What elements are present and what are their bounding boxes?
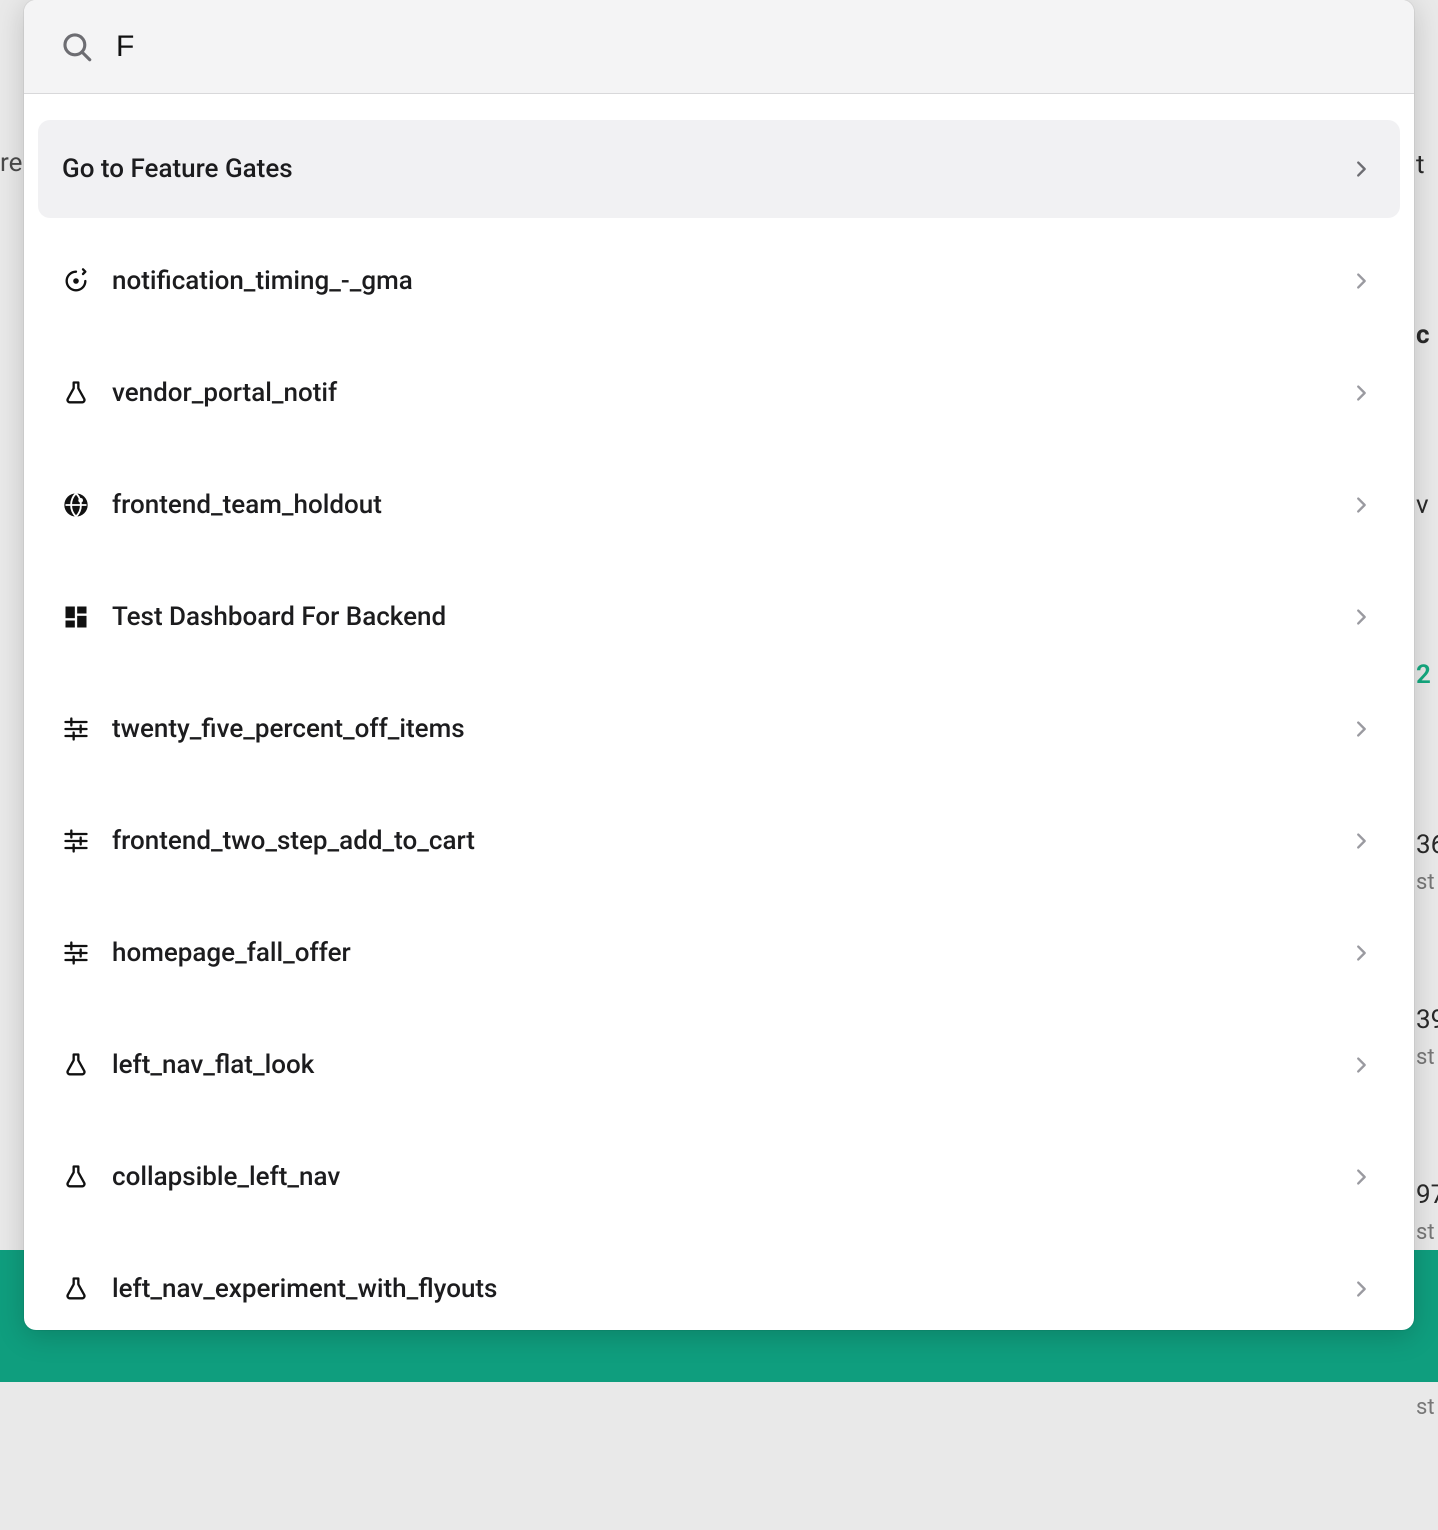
search-dialog: Go to Feature Gates notification_timing_… [24,0,1414,1330]
flask-icon [62,1163,90,1191]
result-row[interactable]: collapsible_left_nav [38,1128,1400,1226]
sliders-icon [62,827,90,855]
bg-frag: 36 [1416,830,1438,860]
flask-icon [62,1051,90,1079]
bg-frag: st [1416,1220,1438,1245]
chevron-right-icon [1350,158,1372,180]
search-input[interactable] [94,30,1378,64]
chevron-right-icon [1350,718,1372,740]
search-bar [24,0,1414,94]
bg-frag: v [1416,490,1438,520]
result-row[interactable]: notification_timing_-_gma [38,232,1400,330]
result-row[interactable]: homepage_fall_offer [38,904,1400,1002]
result-label: vendor_portal_notif [90,378,1350,408]
chevron-right-icon [1350,942,1372,964]
result-label: collapsible_left_nav [90,1162,1350,1192]
chevron-right-icon [1350,382,1372,404]
result-row[interactable]: Test Dashboard For Backend [38,568,1400,666]
result-header-feature-gates[interactable]: Go to Feature Gates [38,120,1400,218]
bg-frag: t [1416,150,1438,180]
result-label: frontend_team_holdout [90,490,1350,520]
chevron-right-icon [1350,1278,1372,1300]
search-icon [60,30,94,64]
chevron-right-icon [1350,270,1372,292]
bg-frag: st [1416,870,1438,895]
chevron-right-icon [1350,1166,1372,1188]
bg-frag: 2 [1416,660,1438,690]
bg-frag: 97 [1416,1180,1438,1210]
result-row[interactable]: left_nav_experiment_with_flyouts [38,1240,1400,1330]
result-label: notification_timing_-_gma [90,266,1350,296]
chevron-right-icon [1350,830,1372,852]
result-row[interactable]: left_nav_flat_look [38,1016,1400,1114]
result-label: Test Dashboard For Backend [90,602,1350,632]
bg-frag: c [1416,320,1438,350]
result-label: homepage_fall_offer [90,938,1350,968]
result-label: frontend_two_step_add_to_cart [90,826,1350,856]
globe-icon [62,491,90,519]
chevron-right-icon [1350,606,1372,628]
chevron-right-icon [1350,494,1372,516]
result-row[interactable]: frontend_two_step_add_to_cart [38,792,1400,890]
background-fragment-left: re [0,150,20,190]
bg-frag: st [1416,1045,1438,1070]
result-row[interactable]: frontend_team_holdout [38,456,1400,554]
flask-icon [62,379,90,407]
bg-frag: 39 [1416,1005,1438,1035]
result-label: left_nav_experiment_with_flyouts [90,1274,1350,1304]
result-header-label: Go to Feature Gates [62,154,1350,184]
result-label: left_nav_flat_look [90,1050,1350,1080]
chevron-right-icon [1350,1054,1372,1076]
result-row[interactable]: vendor_portal_notif [38,344,1400,442]
sliders-icon [62,715,90,743]
search-results: Go to Feature Gates notification_timing_… [24,94,1414,1330]
autorotate-icon [62,267,90,295]
result-row[interactable]: twenty_five_percent_off_items [38,680,1400,778]
sliders-icon [62,939,90,967]
dashboard-icon [62,603,90,631]
result-label: twenty_five_percent_off_items [90,714,1350,744]
bg-frag: st [1416,1395,1438,1420]
flask-icon [62,1275,90,1303]
